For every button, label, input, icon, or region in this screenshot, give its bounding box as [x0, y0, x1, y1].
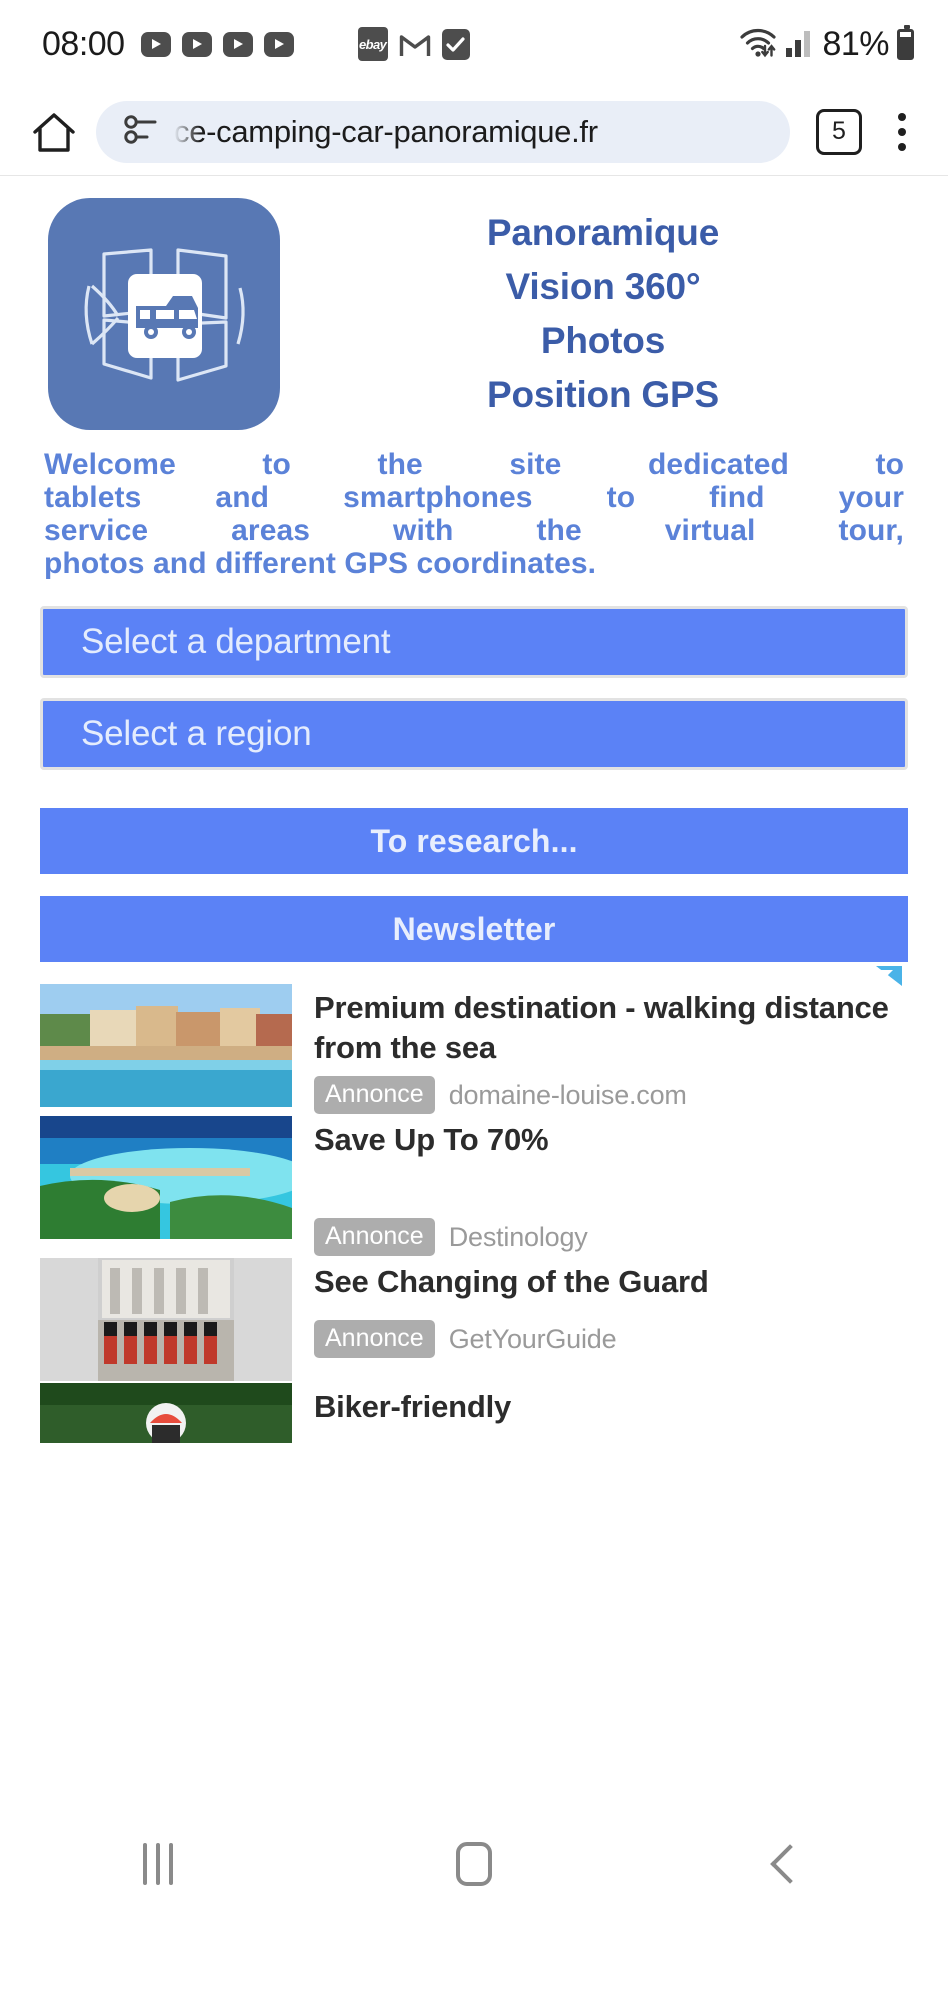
system-nav-bar [0, 1808, 948, 1920]
welcome-line: service areas with the virtual tour, [44, 514, 904, 547]
annonce-badge: Annonce [314, 1320, 435, 1358]
status-app-icons [140, 31, 294, 57]
ad-thumbnail [40, 1383, 292, 1443]
annonce-badge: Annonce [314, 1218, 435, 1256]
welcome-line: tablets and smartphones to find your [44, 481, 904, 514]
ad-copy: See Changing of the Guard Annonce GetYou… [292, 1258, 908, 1358]
status-notification-icons: ebay [357, 27, 470, 61]
ad-title[interactable]: Save Up To 70% [314, 1120, 908, 1160]
ad-title[interactable]: See Changing of the Guard [314, 1262, 908, 1302]
annonce-badge: Annonce [314, 1076, 435, 1114]
status-clock: 08:00 [42, 24, 125, 63]
youtube-icon [222, 31, 253, 57]
web-page-content: Panoramique Vision 360° Photos Position … [0, 176, 948, 1920]
status-bar: 08:00 ebay 81% [0, 0, 948, 88]
site-title-line: Position GPS [487, 374, 719, 415]
ebay-icon: ebay [357, 27, 388, 61]
phone-screen: 08:00 ebay 81% ce-camping-car-panoramiqu… [0, 0, 948, 2000]
ad-thumbnail [40, 1116, 292, 1239]
permission-info-icon[interactable] [122, 114, 158, 149]
site-title-line: Vision 360° [505, 266, 701, 307]
ad-advertiser: GetYourGuide [448, 1323, 617, 1354]
ad-copy: Premium destination - walking distance f… [292, 984, 908, 1114]
ad-meta: Annonce domaine-louise.com [314, 1076, 908, 1114]
site-header: Panoramique Vision 360° Photos Position … [0, 176, 948, 430]
site-title-line: Panoramique [486, 212, 720, 253]
ad-item[interactable]: Premium destination - walking distance f… [40, 984, 908, 1114]
ad-title[interactable]: Premium destination - walking distance f… [314, 988, 908, 1068]
newsletter-button[interactable]: Newsletter [40, 896, 908, 962]
ad-title[interactable]: Biker-friendly [314, 1387, 908, 1427]
battery-percent-label: 81% [822, 24, 889, 63]
ad-thumbnail [40, 1258, 292, 1381]
adchoices-icon[interactable] [874, 964, 904, 988]
browser-toolbar: ce-camping-car-panoramique.fr 5 [0, 88, 948, 176]
camper-panorama-logo-icon [48, 198, 280, 430]
ad-meta: Annonce Destinology [314, 1218, 908, 1256]
ad-advertiser: Destinology [448, 1221, 588, 1252]
gmail-icon [399, 31, 431, 58]
recents-icon [143, 1843, 173, 1885]
battery-icon [897, 24, 914, 60]
ad-advertiser: domaine-louise.com [448, 1079, 687, 1110]
url-bar[interactable]: ce-camping-car-panoramique.fr [96, 100, 790, 163]
tab-counter-button[interactable]: 5 [816, 108, 862, 155]
ad-block: Premium destination - walking distance f… [0, 966, 948, 1443]
welcome-paragraph: Welcome to the site dedicated to tablets… [0, 430, 948, 580]
back-button[interactable] [632, 1844, 948, 1884]
checkmark-icon [441, 28, 470, 60]
site-logo-wrapper [0, 198, 300, 430]
back-chevron-icon [770, 1844, 810, 1884]
status-system-icons: 81% [738, 24, 914, 64]
ad-copy: Save Up To 70% Annonce Destinology [292, 1116, 908, 1256]
home-icon[interactable] [22, 100, 86, 164]
site-title: Panoramique Vision 360° Photos Position … [300, 206, 948, 422]
ad-thumbnail [40, 984, 292, 1107]
select-department-dropdown[interactable]: Select a department [40, 606, 908, 678]
url-text: ce-camping-car-panoramique.fr [174, 113, 598, 149]
ad-item[interactable]: Save Up To 70% Annonce Destinology [40, 1116, 908, 1256]
home-square-icon [456, 1842, 492, 1886]
ad-meta: Annonce GetYourGuide [314, 1320, 908, 1358]
ad-copy: Biker-friendly [292, 1383, 908, 1427]
youtube-icon [140, 31, 171, 57]
welcome-line: Welcome to the site dedicated to [44, 448, 904, 481]
signal-bars-icon [786, 27, 814, 62]
youtube-icon [263, 31, 294, 57]
kebab-menu-icon[interactable] [876, 104, 928, 160]
ad-item[interactable]: See Changing of the Guard Annonce GetYou… [40, 1258, 908, 1381]
to-research-button[interactable]: To research... [40, 808, 908, 874]
youtube-icon [181, 31, 212, 57]
site-controls: Select a department Select a region To r… [0, 580, 948, 962]
recents-button[interactable] [0, 1843, 316, 1885]
home-button[interactable] [316, 1842, 632, 1886]
site-title-line: Photos [540, 320, 666, 361]
welcome-line: photos and different GPS coordinates. [44, 547, 597, 580]
ad-item[interactable]: Biker-friendly [40, 1383, 908, 1443]
select-region-dropdown[interactable]: Select a region [40, 698, 908, 770]
wifi-icon [738, 25, 778, 64]
